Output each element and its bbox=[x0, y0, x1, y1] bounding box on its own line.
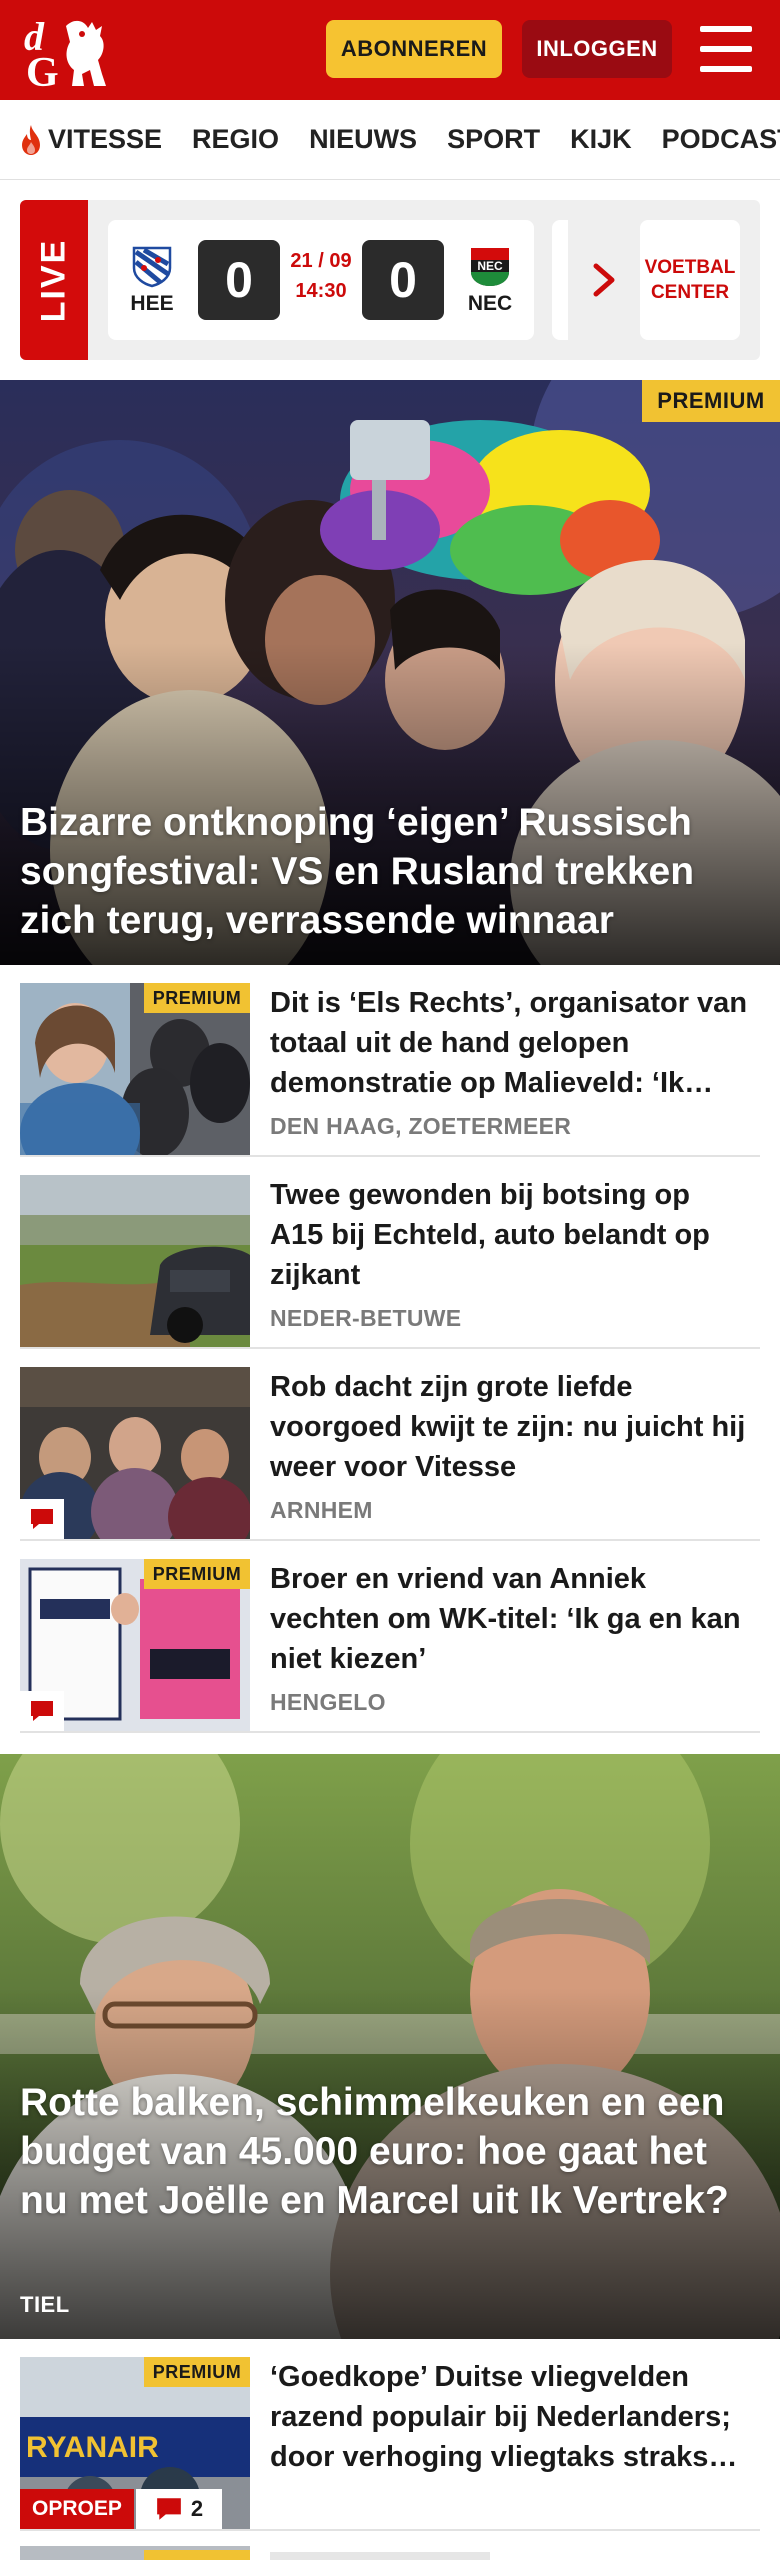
list-item[interactable]: PREMIUM Dit is ‘Els Rechts’, organisator… bbox=[20, 965, 760, 1157]
next-match-card-peek[interactable] bbox=[552, 220, 568, 340]
list-item[interactable]: RYANAIR PREMIUM OPROEP 2 ‘Goedkope’ Duit… bbox=[20, 2339, 760, 2531]
list-item[interactable]: PREMIUM Broer en vriend van Anniek vecht… bbox=[20, 1541, 760, 1733]
top-bar: d G ABONNEREN INLOGGEN bbox=[0, 0, 780, 100]
home-team: HEE bbox=[112, 220, 192, 340]
match-datetime: 21 / 09 14:30 bbox=[278, 246, 364, 306]
svg-text:G: G bbox=[26, 50, 59, 90]
nav-item-kijk[interactable]: KIJK bbox=[570, 124, 632, 155]
hero-image bbox=[0, 1754, 780, 2339]
voetbal-center-button[interactable]: VOETBAL CENTER bbox=[640, 220, 740, 340]
article-thumbnail: PREMIUM bbox=[20, 1559, 250, 1731]
nav-item-regio[interactable]: REGIO bbox=[192, 124, 279, 155]
chevron-right-icon[interactable] bbox=[590, 262, 620, 298]
premium-badge: PREMIUM bbox=[642, 380, 780, 422]
article-thumbnail-peek bbox=[20, 2546, 250, 2560]
article-location: DEN HAAG, ZOETERMEER bbox=[270, 1113, 572, 1139]
dg-logo[interactable]: d G bbox=[22, 12, 114, 90]
svg-text:NEC: NEC bbox=[477, 259, 503, 273]
article-title[interactable]: Broer en vriend van Anniek vechten om WK… bbox=[270, 1559, 750, 1679]
heerenveen-crest-icon bbox=[132, 246, 172, 288]
premium-badge: PREMIUM bbox=[144, 1559, 250, 1589]
away-team: NEC NEC bbox=[450, 220, 530, 340]
article-location: HENGELO bbox=[270, 1689, 386, 1715]
comment-count: 2 bbox=[190, 2496, 204, 2521]
comments-badge bbox=[20, 1499, 64, 1539]
live-label: LIVE bbox=[34, 238, 73, 322]
list-item[interactable]: Twee gewonden bij botsing op A15 bij Ech… bbox=[20, 1157, 760, 1349]
main-nav: VITESSE REGIO NIEUWS SPORT KIJK PODCAST bbox=[0, 100, 780, 180]
menu-bar bbox=[700, 46, 752, 52]
nav-item-sport[interactable]: SPORT bbox=[447, 124, 540, 155]
article-title-peek bbox=[270, 2552, 490, 2560]
live-tag: LIVE bbox=[20, 200, 88, 360]
match-time: 14:30 bbox=[295, 280, 347, 302]
premium-badge-peek bbox=[144, 2550, 250, 2560]
article-title[interactable]: Rob dacht zijn grote liefde voorgoed kwi… bbox=[270, 1367, 750, 1487]
article-thumbnail bbox=[20, 1367, 250, 1539]
menu-bar bbox=[700, 26, 752, 32]
away-score: 0 bbox=[362, 240, 444, 320]
article-title[interactable]: ‘Goedkope’ Duitse vliegvelden razend pop… bbox=[270, 2357, 750, 2477]
article-location: TIEL bbox=[20, 2292, 70, 2317]
hero-article[interactable]: PREMIUM Bizarre ontknoping ‘eigen’ Russi… bbox=[0, 380, 780, 965]
thumbnail-image bbox=[20, 1175, 250, 1347]
article-thumbnail: PREMIUM bbox=[20, 983, 250, 1155]
home-score: 0 bbox=[198, 240, 280, 320]
nav-item-podcast[interactable]: PODCAST bbox=[662, 124, 780, 155]
nav-item-vitesse[interactable]: VITESSE bbox=[18, 124, 162, 156]
article-thumbnail bbox=[20, 1175, 250, 1347]
hamburger-menu-icon[interactable] bbox=[700, 26, 752, 72]
thumbnail-text: RYANAIR bbox=[26, 2431, 159, 2464]
away-team-name: NEC bbox=[467, 292, 513, 315]
article-title[interactable]: Dit is ‘Els Rechts’, organisator van tot… bbox=[270, 983, 750, 1103]
premium-badge: PREMIUM bbox=[144, 983, 250, 1013]
flame-icon bbox=[22, 124, 40, 155]
comment-icon bbox=[157, 2498, 181, 2520]
article-thumbnail: RYANAIR PREMIUM OPROEP 2 bbox=[20, 2357, 250, 2529]
comment-icon bbox=[31, 1509, 53, 1529]
premium-badge: PREMIUM bbox=[144, 2357, 250, 2387]
article-location: ARNHEM bbox=[270, 1497, 373, 1523]
match-card[interactable]: HEE 0 21 / 09 14:30 0 NEC NEC bbox=[108, 220, 534, 340]
article-location: NEDER-BETUWE bbox=[270, 1305, 462, 1331]
hero-title[interactable]: Rotte balken, schimmelkeuken en een budg… bbox=[20, 2078, 760, 2225]
comment-icon bbox=[31, 1701, 53, 1721]
article-title[interactable]: Twee gewonden bij botsing op A15 bij Ech… bbox=[270, 1175, 750, 1295]
hero-title[interactable]: Bizarre ontknoping ‘eigen’ Russisch song… bbox=[20, 798, 760, 945]
menu-bar bbox=[700, 66, 752, 72]
comments-badge: 2 bbox=[136, 2489, 222, 2529]
nav-label: VITESSE bbox=[48, 124, 163, 154]
match-date: 21 / 09 bbox=[290, 250, 352, 272]
hero-article[interactable]: Rotte balken, schimmelkeuken en een budg… bbox=[0, 1754, 780, 2339]
oproep-tag: OPROEP bbox=[20, 2489, 134, 2529]
login-button[interactable]: INLOGGEN bbox=[522, 20, 672, 78]
home-team-name: HEE bbox=[130, 292, 174, 315]
comments-badge bbox=[20, 1691, 64, 1731]
nav-item-nieuws[interactable]: NIEUWS bbox=[309, 124, 417, 155]
subscribe-button[interactable]: ABONNEREN bbox=[326, 20, 502, 78]
list-item[interactable]: Rob dacht zijn grote liefde voorgoed kwi… bbox=[20, 1349, 760, 1541]
nec-crest-icon: NEC bbox=[471, 248, 509, 286]
